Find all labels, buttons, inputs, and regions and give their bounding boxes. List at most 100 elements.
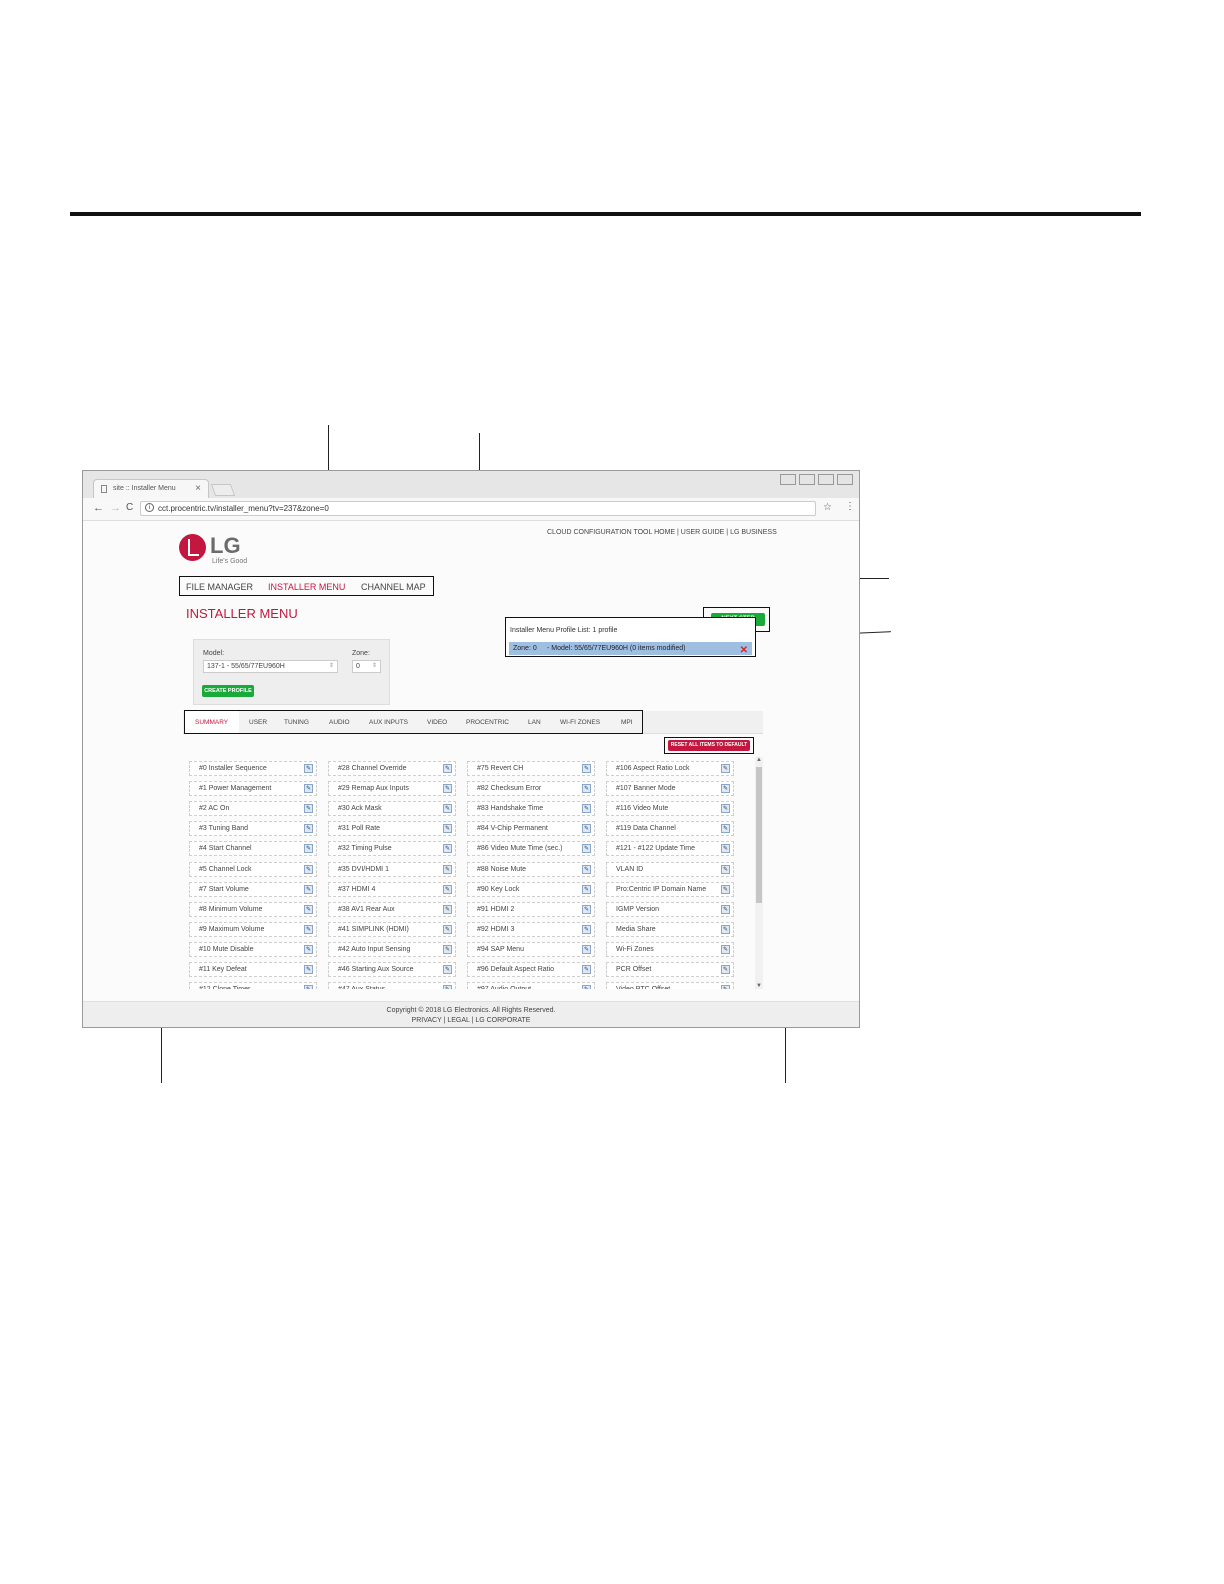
edit-icon[interactable]: ✎ [304, 784, 313, 794]
setting-item[interactable]: #84 V-Chip Permanent ✎ [467, 821, 595, 837]
tab-mpi[interactable]: MPI [621, 719, 633, 726]
edit-icon[interactable]: ✎ [582, 985, 591, 989]
close-window-button[interactable] [837, 474, 853, 485]
setting-item[interactable]: VLAN ID ✎ [606, 861, 734, 877]
reload-icon[interactable]: C [126, 502, 133, 513]
setting-item[interactable]: #11 Key Defeat ✎ [189, 962, 317, 977]
setting-item[interactable]: #106 Aspect Ratio Lock ✎ [606, 761, 734, 776]
setting-item[interactable]: #82 Checksum Error ✎ [467, 781, 595, 797]
edit-icon[interactable]: ✎ [304, 965, 313, 974]
nav-channel-map[interactable]: CHANNEL MAP [361, 582, 426, 592]
top-links[interactable]: CLOUD CONFIGURATION TOOL HOME | USER GUI… [547, 529, 777, 536]
scroll-thumb[interactable] [756, 767, 762, 903]
setting-item[interactable]: Video PTC Offset ✎ [606, 982, 734, 989]
edit-icon[interactable]: ✎ [304, 824, 313, 834]
scroll-up-icon[interactable]: ▲ [755, 757, 763, 763]
setting-item[interactable]: #46 Starting Aux Source ✎ [328, 962, 456, 977]
tab-audio[interactable]: AUDIO [329, 719, 350, 726]
setting-item[interactable]: #7 Start Volume ✎ [189, 881, 317, 897]
edit-icon[interactable]: ✎ [304, 764, 313, 773]
edit-icon[interactable]: ✎ [304, 924, 313, 934]
setting-item[interactable]: #2 AC On ✎ [189, 801, 317, 817]
edit-icon[interactable]: ✎ [443, 844, 452, 854]
setting-item[interactable]: #8 Minimum Volume ✎ [189, 901, 317, 917]
tab-tuning[interactable]: TUNING [284, 719, 309, 726]
tab-wi-fi-zones[interactable]: WI-FI ZONES [560, 719, 600, 726]
setting-item[interactable]: #42 Auto Input Sensing ✎ [328, 941, 456, 957]
nav-file-manager[interactable]: FILE MANAGER [186, 582, 253, 592]
tab-summary[interactable]: SUMMARY [195, 719, 228, 726]
setting-item[interactable]: #90 Key Lock ✎ [467, 881, 595, 897]
reset-all-button[interactable]: RESET ALL ITEMS TO DEFAULT [668, 740, 750, 751]
edit-icon[interactable]: ✎ [721, 784, 730, 794]
user-icon[interactable] [780, 474, 796, 485]
setting-item[interactable]: #47 Aux Status ✎ [328, 982, 456, 989]
edit-icon[interactable]: ✎ [582, 804, 591, 814]
close-tab-icon[interactable]: × [195, 483, 201, 494]
setting-item[interactable]: #32 Timing Pulse ✎ [328, 841, 456, 857]
setting-item[interactable]: #119 Data Channel ✎ [606, 821, 734, 837]
edit-icon[interactable]: ✎ [582, 965, 591, 974]
edit-icon[interactable]: ✎ [443, 864, 452, 874]
setting-item[interactable]: #38 AV1 Rear Aux ✎ [328, 901, 456, 917]
setting-item[interactable]: #12 Clone Timer ✎ [189, 982, 317, 989]
model-select[interactable]: 137-1 - 55/65/77EU960H ⇕ [203, 660, 338, 673]
edit-icon[interactable]: ✎ [721, 864, 730, 874]
setting-item[interactable]: #96 Default Aspect Ratio ✎ [467, 962, 595, 977]
edit-icon[interactable]: ✎ [304, 904, 313, 914]
lg-logo-icon[interactable] [179, 534, 206, 561]
edit-icon[interactable]: ✎ [582, 864, 591, 874]
setting-item[interactable]: #29 Remap Aux Inputs ✎ [328, 781, 456, 797]
edit-icon[interactable]: ✎ [582, 884, 591, 894]
setting-item[interactable]: IGMP Version ✎ [606, 901, 734, 917]
edit-icon[interactable]: ✎ [721, 884, 730, 894]
setting-item[interactable]: Wi-Fi Zones ✎ [606, 941, 734, 957]
edit-icon[interactable]: ✎ [582, 844, 591, 854]
maximize-button[interactable] [818, 474, 834, 485]
edit-icon[interactable]: ✎ [304, 864, 313, 874]
edit-icon[interactable]: ✎ [721, 944, 730, 954]
delete-profile-icon[interactable]: ✕ [740, 645, 748, 656]
edit-icon[interactable]: ✎ [721, 904, 730, 914]
edit-icon[interactable]: ✎ [304, 804, 313, 814]
edit-icon[interactable]: ✎ [304, 844, 313, 854]
edit-icon[interactable]: ✎ [721, 764, 730, 773]
scrollbar[interactable]: ▲ ▼ [755, 757, 763, 989]
setting-item[interactable]: #0 Installer Sequence ✎ [189, 761, 317, 776]
new-tab-button[interactable] [210, 484, 236, 496]
tab-video[interactable]: VIDEO [427, 719, 447, 726]
edit-icon[interactable]: ✎ [721, 965, 730, 974]
setting-item[interactable]: #1 Power Management ✎ [189, 781, 317, 797]
setting-item[interactable]: #107 Banner Mode ✎ [606, 781, 734, 797]
edit-icon[interactable]: ✎ [304, 944, 313, 954]
edit-icon[interactable]: ✎ [443, 884, 452, 894]
edit-icon[interactable]: ✎ [443, 944, 452, 954]
edit-icon[interactable]: ✎ [721, 824, 730, 834]
create-profile-button[interactable]: CREATE PROFILE [202, 685, 254, 697]
zone-select[interactable]: 0 ⇕ [352, 660, 381, 673]
setting-item[interactable]: #94 SAP Menu ✎ [467, 941, 595, 957]
edit-icon[interactable]: ✎ [582, 924, 591, 934]
setting-item[interactable]: PCR Offset ✎ [606, 962, 734, 977]
edit-icon[interactable]: ✎ [443, 764, 452, 773]
info-icon[interactable]: i [145, 503, 154, 512]
setting-item[interactable]: #75 Revert CH ✎ [467, 761, 595, 776]
setting-item[interactable]: #30 Ack Mask ✎ [328, 801, 456, 817]
edit-icon[interactable]: ✎ [721, 985, 730, 989]
setting-item[interactable]: #9 Maximum Volume ✎ [189, 921, 317, 937]
setting-item[interactable]: #35 DVI/HDMI 1 ✎ [328, 861, 456, 877]
edit-icon[interactable]: ✎ [304, 884, 313, 894]
forward-icon[interactable]: → [110, 502, 121, 514]
edit-icon[interactable]: ✎ [443, 804, 452, 814]
edit-icon[interactable]: ✎ [721, 804, 730, 814]
setting-item[interactable]: #4 Start Channel ✎ [189, 841, 317, 857]
tab-aux-inputs[interactable]: AUX INPUTS [369, 719, 408, 726]
back-icon[interactable]: ← [93, 502, 104, 514]
setting-item[interactable]: #92 HDMI 3 ✎ [467, 921, 595, 937]
edit-icon[interactable]: ✎ [582, 824, 591, 834]
profile-row[interactable]: Zone: 0 - Model: 55/65/77EU960H (0 items… [509, 642, 752, 656]
edit-icon[interactable]: ✎ [582, 944, 591, 954]
edit-icon[interactable]: ✎ [582, 784, 591, 794]
minimize-button[interactable] [799, 474, 815, 485]
url-input[interactable]: i cct.procentric.tv/installer_menu?tv=23… [140, 501, 816, 516]
